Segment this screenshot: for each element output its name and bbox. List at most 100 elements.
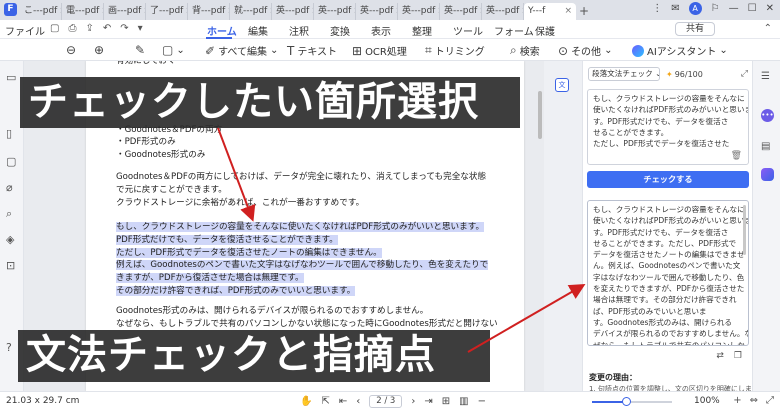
- more-circle-icon: ⊙: [558, 43, 569, 58]
- first-page-icon[interactable]: ⇤: [339, 396, 347, 407]
- undo-icon[interactable]: ↶: [103, 23, 111, 34]
- next-page-icon[interactable]: ›: [411, 396, 415, 407]
- input-textbox[interactable]: もし、クラウドストレージの容量をそんなに 使いたくなければPDF形式のみがいいと思…: [587, 89, 749, 165]
- minimize-icon[interactable]: —: [729, 3, 739, 14]
- tab-document[interactable]: 就---pdf×: [230, 3, 272, 20]
- quick-actions: ▢ ⎙ ⇪ ↶ ↷ ▾: [50, 23, 143, 34]
- help-icon[interactable]: ?: [6, 341, 12, 354]
- search-icon: ⌕: [510, 43, 517, 57]
- tab-document[interactable]: 英---pdf×: [272, 3, 314, 20]
- add-tab-icon[interactable]: +: [576, 3, 592, 20]
- translate-icon[interactable]: 文: [555, 78, 569, 92]
- redo-icon[interactable]: ↷: [120, 23, 128, 34]
- tab-active[interactable]: Y---f ×: [524, 3, 576, 20]
- menu-item[interactable]: フォーム: [494, 23, 535, 38]
- check-button[interactable]: チェックする: [587, 171, 749, 188]
- tab-document[interactable]: 背---pdf×: [188, 3, 230, 20]
- highlighted-line: もし、クラウドストレージの容量をそんなに使いたくなければPDF形式のみがいいと思…: [116, 222, 485, 232]
- search-sidebar-icon[interactable]: ⌕: [6, 207, 12, 221]
- more-icon[interactable]: ⋮: [652, 3, 662, 14]
- page-indicator[interactable]: 2 / 3: [369, 395, 403, 408]
- properties-icon[interactable]: ☰: [761, 71, 770, 82]
- ai-chat-icon[interactable]: •••: [761, 109, 774, 122]
- save-icon[interactable]: ▢: [50, 23, 59, 34]
- tab-document[interactable]: 英---pdf×: [356, 3, 398, 20]
- zoom-out-status-icon[interactable]: −: [478, 396, 486, 407]
- zoom-in-button[interactable]: ⊕: [94, 43, 104, 57]
- tab-document[interactable]: こ---pdf×: [20, 3, 62, 20]
- layers-icon[interactable]: ◈: [6, 233, 14, 246]
- zoom-value[interactable]: 100%: [694, 396, 720, 406]
- trash-icon[interactable]: 🗑: [731, 151, 742, 162]
- expand-panel-icon[interactable]: ⤢: [741, 69, 748, 79]
- close-window-icon[interactable]: ✕: [766, 3, 774, 14]
- zoom-slider[interactable]: [592, 397, 672, 406]
- other-button[interactable]: ⊙ その他 ⌄: [558, 43, 612, 59]
- copy-icon[interactable]: ❐: [734, 351, 742, 361]
- menu-item[interactable]: 保護: [535, 23, 576, 38]
- menu-item[interactable]: 編集: [248, 23, 289, 38]
- trim-button[interactable]: ⌗ トリミング: [425, 43, 485, 58]
- tab-label: 画---pdf: [108, 6, 142, 16]
- highlight-button[interactable]: ✎: [135, 43, 145, 57]
- close-tab-icon[interactable]: ×: [564, 3, 576, 20]
- notification-icon[interactable]: ⚐: [711, 3, 720, 14]
- output-scrollbar[interactable]: [743, 205, 746, 255]
- tab-document[interactable]: 了---pdf×: [146, 3, 188, 20]
- star-icon: ✦: [666, 69, 673, 79]
- tab-label: 電---pdf: [66, 6, 100, 16]
- mail-icon[interactable]: ✉: [671, 3, 679, 14]
- menu-item[interactable]: 注釈: [289, 23, 330, 38]
- mode-select[interactable]: 段落文法チェック ⌄: [588, 67, 660, 81]
- prev-page-icon[interactable]: ‹: [356, 396, 360, 407]
- zoom-out-button[interactable]: ⊖: [66, 43, 76, 57]
- select-tool-icon[interactable]: ⇱: [321, 396, 329, 407]
- print-icon[interactable]: ⎙: [68, 23, 76, 34]
- shape-button[interactable]: ▢ ⌄: [162, 43, 185, 57]
- attachment-icon[interactable]: ⌀: [6, 181, 13, 194]
- tab-document[interactable]: 英---pdf×: [482, 3, 524, 20]
- panel-text-line: ん。例えば、Goodnotesのペンで書いた文: [593, 261, 741, 271]
- zoom-knob[interactable]: [622, 397, 631, 406]
- document-text-row: きますが、PDFから復活させた場合は無理です。: [116, 272, 304, 285]
- tab-document[interactable]: 電---pdf×: [62, 3, 104, 20]
- text-button[interactable]: T テキスト: [287, 43, 337, 59]
- tab-document[interactable]: 画---pdf×: [104, 3, 146, 20]
- replace-icon[interactable]: ⇄: [716, 351, 724, 361]
- maximize-icon[interactable]: ☐: [748, 3, 757, 14]
- expand-icon[interactable]: ⌃: [764, 23, 772, 34]
- menu-item[interactable]: ツール: [453, 23, 494, 38]
- document-icon[interactable]: ▤: [761, 141, 770, 152]
- share-button[interactable]: 共有: [675, 22, 715, 36]
- tab-document[interactable]: 英---pdf×: [398, 3, 440, 20]
- tab-document[interactable]: 英---pdf×: [314, 3, 356, 20]
- fullscreen-icon[interactable]: ⤢: [766, 395, 774, 406]
- tab-document[interactable]: 英---pdf×: [440, 3, 482, 20]
- dropdown-icon[interactable]: ▾: [138, 23, 143, 34]
- bookmark-icon[interactable]: ▯: [6, 127, 12, 140]
- zoom-in-status-icon[interactable]: +: [733, 395, 741, 406]
- hand-tool-icon[interactable]: ✋: [300, 396, 312, 407]
- menu-item[interactable]: 整理: [412, 23, 453, 38]
- share-icon[interactable]: ⇪: [85, 23, 93, 34]
- comment-icon[interactable]: ▢: [6, 155, 16, 168]
- menu-file[interactable]: ファイル: [5, 23, 45, 38]
- stamp-icon[interactable]: ⊡: [6, 259, 15, 272]
- fit-page-icon[interactable]: ⊞: [442, 396, 450, 407]
- thumbnail-icon[interactable]: ▭: [6, 71, 16, 84]
- fit-width-icon[interactable]: ⇔: [750, 395, 758, 406]
- menu-item[interactable]: 変換: [330, 23, 371, 38]
- tab-label: 背---pdf: [192, 6, 226, 16]
- document-scrollbar[interactable]: [538, 91, 542, 139]
- panel-text-line: 使いたくなければPDF形式のみがいいと思いま: [593, 216, 749, 226]
- last-page-icon[interactable]: ⇥: [424, 396, 432, 407]
- page-layout-icon[interactable]: ▥: [459, 396, 468, 407]
- menu-item[interactable]: ホーム: [207, 23, 248, 38]
- search-button[interactable]: ⌕ 検索: [510, 43, 540, 58]
- avatar[interactable]: A: [688, 2, 702, 15]
- ai-assistant-button[interactable]: AIアシスタント ⌄: [632, 43, 728, 58]
- ocr-button[interactable]: ⊞ OCR処理: [352, 43, 407, 59]
- edit-all-button[interactable]: ✐ すべて編集 ⌄: [205, 43, 278, 59]
- menu-item[interactable]: 表示: [371, 23, 412, 38]
- grammar-check-icon[interactable]: [761, 168, 774, 181]
